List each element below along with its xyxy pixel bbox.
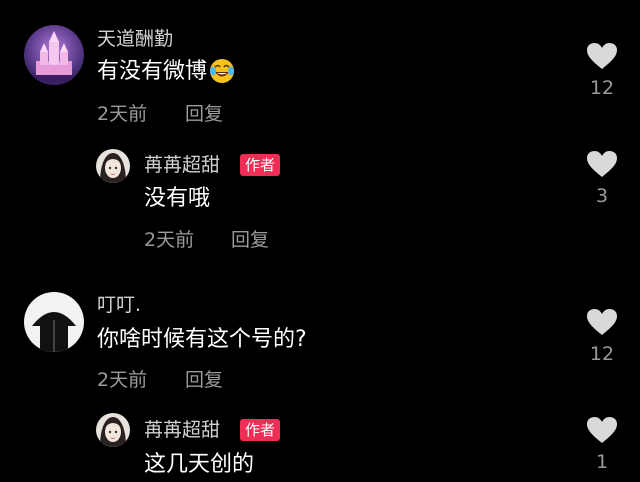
- comment-text-content: 有没有微博: [97, 59, 208, 84]
- reply-button[interactable]: 回复: [185, 368, 223, 392]
- heart-icon: [587, 309, 617, 335]
- like-button[interactable]: 3: [582, 150, 622, 208]
- comment-time: 2天前: [144, 229, 195, 251]
- avatar[interactable]: [24, 25, 84, 85]
- comment-username[interactable]: 苒苒超甜: [144, 153, 220, 177]
- reply-button[interactable]: 回复: [231, 228, 269, 252]
- like-button[interactable]: 1: [582, 416, 622, 474]
- laughing-tears-emoji-icon: [209, 58, 235, 92]
- comment-text: 有没有微博: [97, 58, 235, 92]
- comment-list: 天道酬勤 有没有微博 2天前 回复 12 苒苒超甜 作者 没有哦 2天前 回复 …: [0, 0, 640, 482]
- reply-item: 苒苒超甜 作者 这几天创的 1: [0, 405, 640, 482]
- like-button[interactable]: 12: [582, 42, 622, 100]
- comment-item: 叮叮. 你啥时候有这个号的? 2天前 回复 12: [0, 275, 640, 410]
- comment-username[interactable]: 苒苒超甜: [144, 418, 220, 442]
- comment-text: 没有哦: [144, 186, 211, 211]
- comment-time: 2天前: [97, 103, 148, 125]
- avatar[interactable]: [96, 413, 130, 447]
- like-count: 1: [595, 451, 609, 473]
- like-count: 12: [589, 343, 615, 365]
- heart-icon: [587, 417, 617, 443]
- author-badge: 作者: [240, 419, 281, 441]
- comment-time: 2天前: [97, 369, 148, 391]
- heart-icon: [587, 43, 617, 69]
- heart-icon: [587, 151, 617, 177]
- like-count: 12: [589, 77, 615, 99]
- comment-username[interactable]: 天道酬勤: [97, 27, 173, 51]
- avatar[interactable]: [96, 149, 130, 183]
- comment-username[interactable]: 叮叮.: [97, 293, 141, 317]
- like-count: 3: [595, 185, 609, 207]
- author-badge: 作者: [240, 154, 281, 176]
- comment-text: 你啥时候有这个号的?: [97, 327, 307, 352]
- like-button[interactable]: 12: [582, 308, 622, 366]
- reply-item: 苒苒超甜 作者 没有哦 2天前 回复 3: [0, 135, 640, 275]
- comment-text: 这几天创的: [144, 452, 255, 477]
- reply-button[interactable]: 回复: [185, 102, 223, 126]
- comment-item: 天道酬勤 有没有微博 2天前 回复 12: [0, 0, 640, 135]
- avatar[interactable]: [24, 292, 84, 352]
